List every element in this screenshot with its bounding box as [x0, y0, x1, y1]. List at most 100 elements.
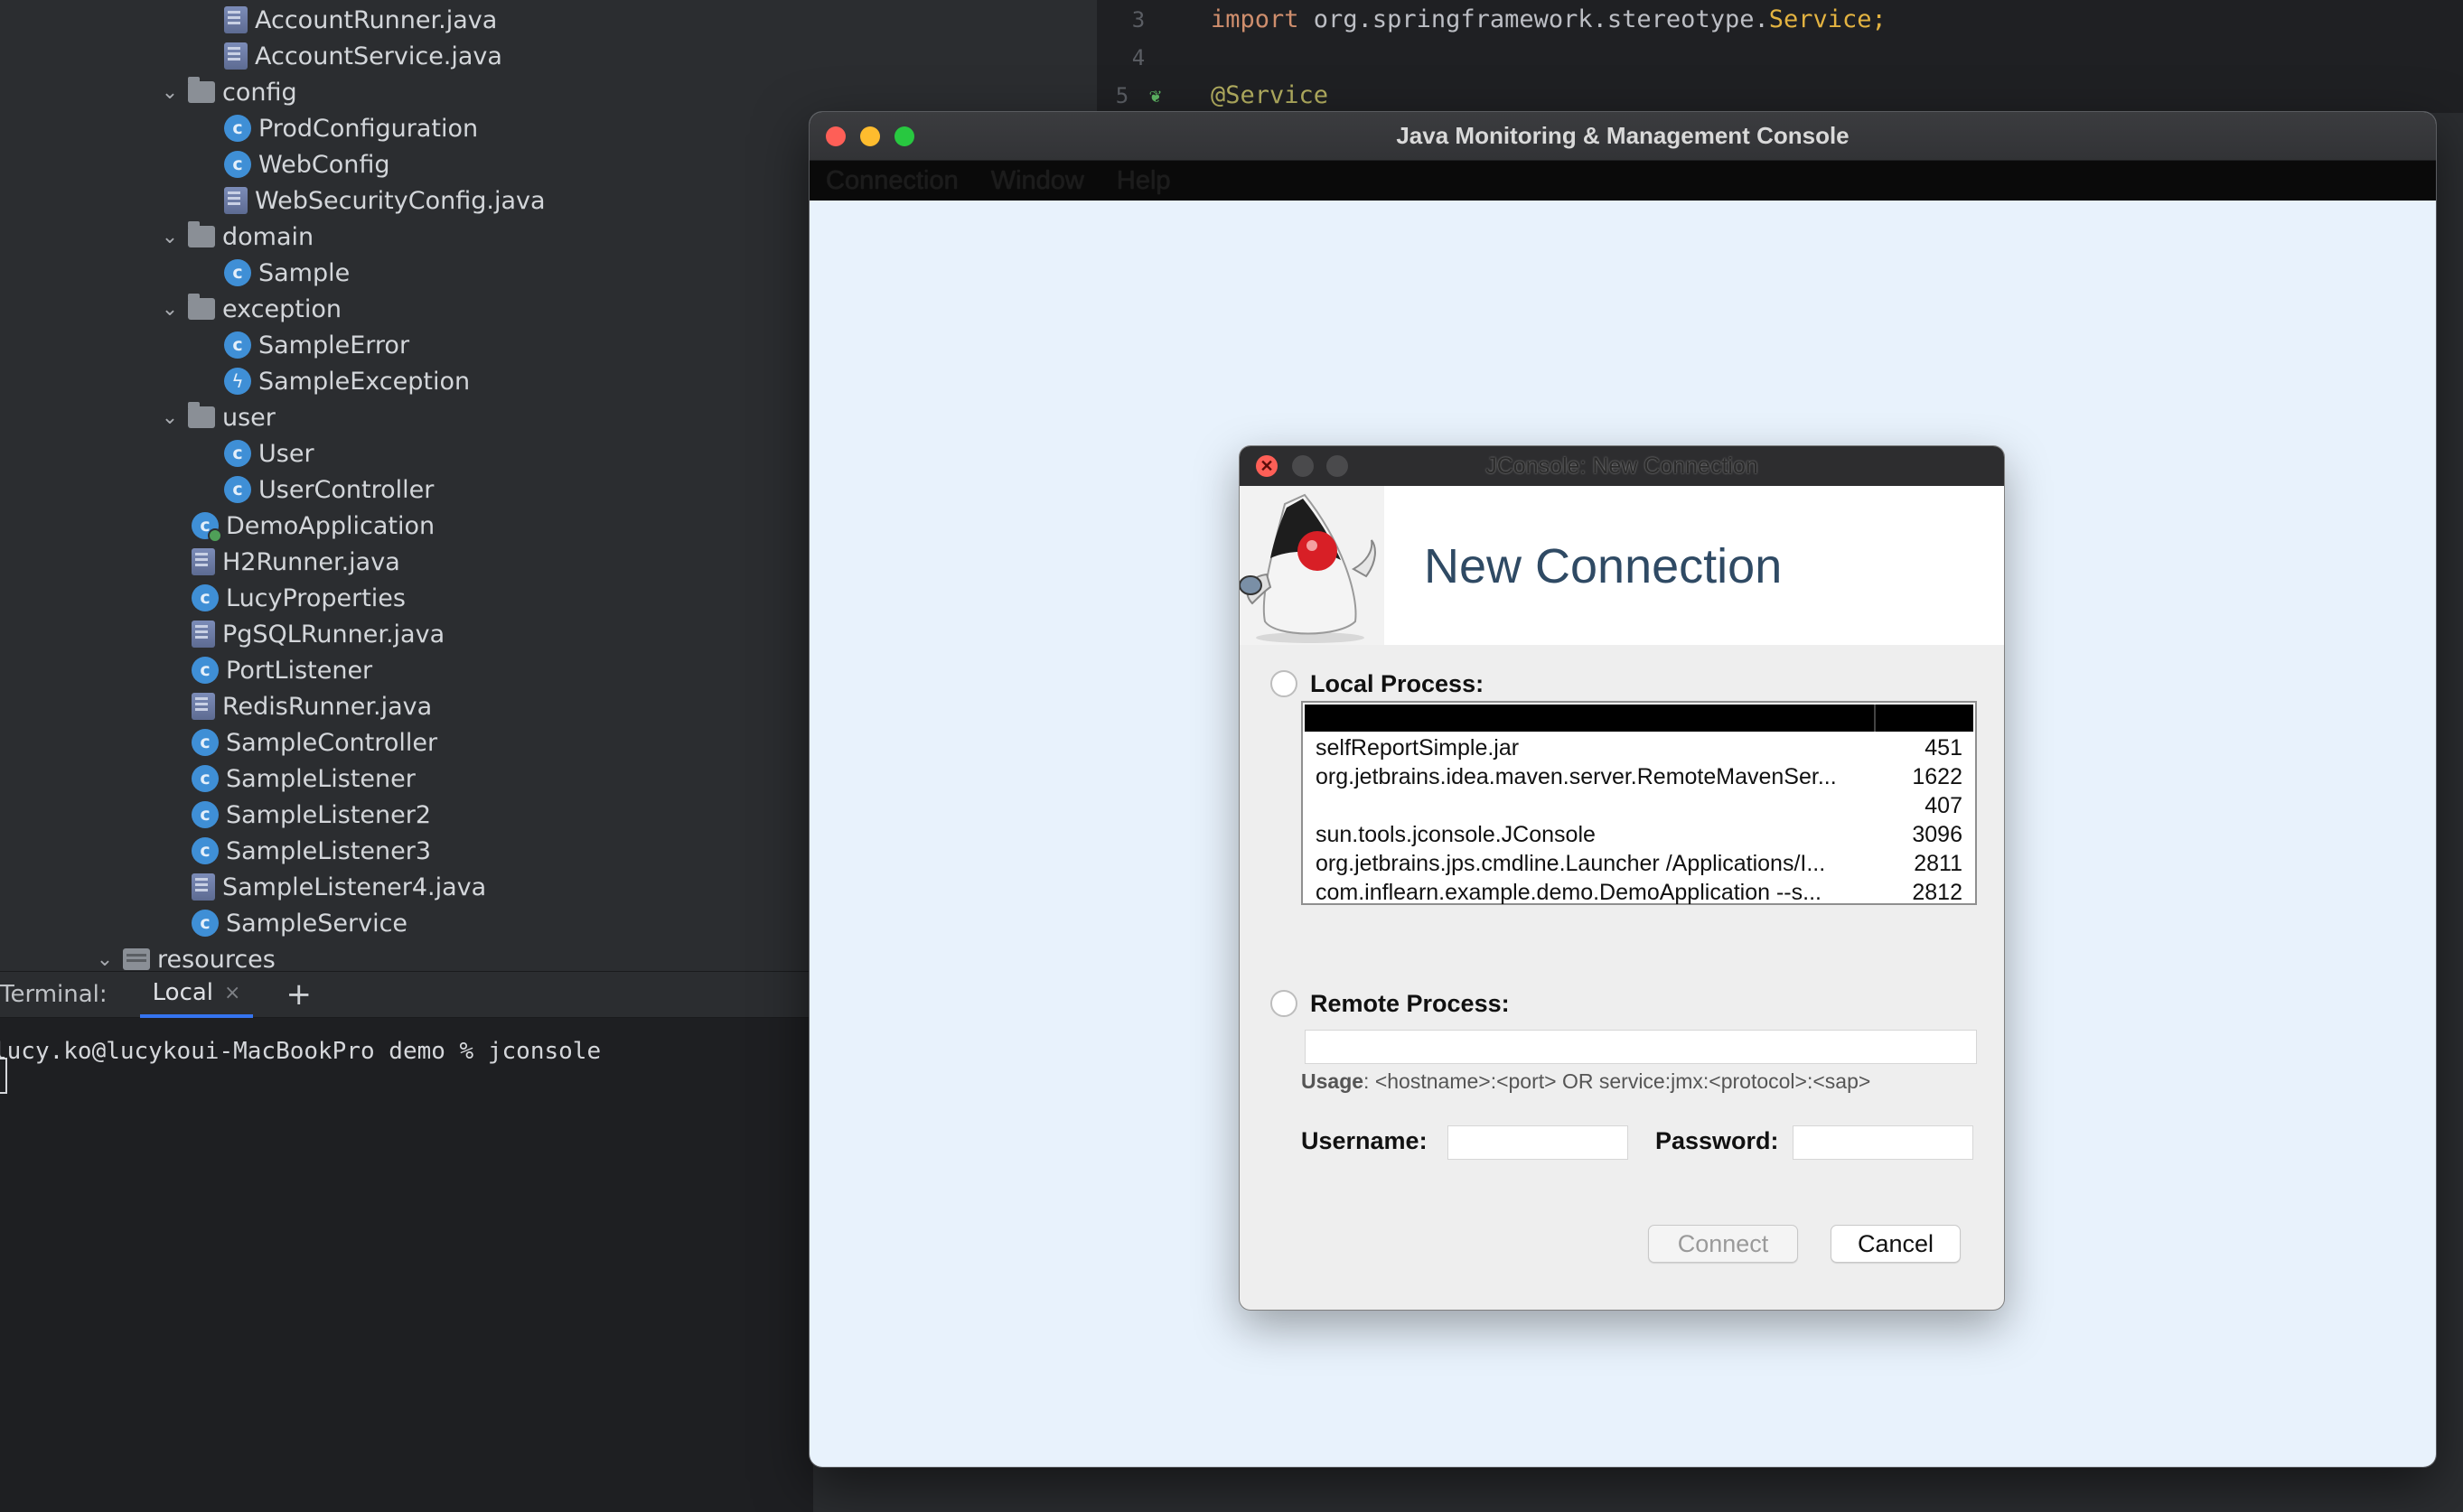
process-pid: 407: [1925, 793, 1962, 818]
dialog-heading: New Connection: [1424, 539, 1783, 593]
connect-button[interactable]: Connect: [1648, 1225, 1798, 1263]
terminal-panel[interactable]: Terminal: Local × + lucy.ko@lucykoui-Mac…: [0, 971, 813, 1512]
tree-item-sample[interactable]: Sample: [224, 255, 350, 291]
window-close-button[interactable]: [826, 126, 846, 146]
dialog-title: JConsole: New Connection: [1485, 453, 1758, 479]
process-name: org.jetbrains.jps.cmdline.Launcher /Appl…: [1316, 851, 1826, 876]
code-editor[interactable]: 3 4 5 ❦ import org.springframework.stere…: [1097, 0, 2463, 113]
tree-item-demoapplication[interactable]: DemoApplication: [192, 508, 435, 544]
add-icon[interactable]: +: [286, 976, 312, 1013]
tree-item-lucyproperties[interactable]: LucyProperties: [192, 580, 406, 616]
java-file-icon: [224, 6, 248, 33]
tree-item-resources[interactable]: ⌄ resources: [87, 941, 276, 972]
process-pid: 1622: [1912, 764, 1962, 789]
tree-item-h2runner[interactable]: H2Runner.java: [192, 544, 400, 580]
tree-item-prodconfiguration[interactable]: ProdConfiguration: [224, 110, 478, 146]
tree-item-domain[interactable]: ⌄ domain: [152, 219, 314, 255]
local-process-radio[interactable]: [1270, 670, 1297, 697]
tree-item-webconfig[interactable]: WebConfig: [224, 146, 390, 182]
menu-window[interactable]: Window: [991, 166, 1084, 196]
tree-item-user[interactable]: User: [224, 435, 314, 471]
chevron-down-icon[interactable]: ⌄: [152, 81, 188, 104]
folder-icon: [188, 294, 215, 320]
tree-item-label: PgSQLRunner.java: [222, 620, 445, 649]
project-tree: AccountRunner.java AccountService.java ⌄…: [0, 0, 813, 971]
table-row[interactable]: org.jetbrains.jps.cmdline.Launcher /Appl…: [1316, 851, 1962, 880]
tree-item-label: DemoApplication: [226, 511, 435, 540]
java-file-icon: [192, 621, 215, 648]
tree-item-usercontroller[interactable]: UserController: [224, 471, 434, 508]
cancel-button[interactable]: Cancel: [1831, 1225, 1961, 1263]
menu-connection[interactable]: Connection: [826, 166, 959, 196]
tree-item-user-folder[interactable]: ⌄ user: [152, 399, 276, 435]
folder-icon: [188, 402, 215, 428]
table-row[interactable]: sun.tools.jconsole.JConsole 3096: [1316, 822, 1962, 851]
usage-text: : <hostname>:<port> OR service:jmx:<prot…: [1363, 1069, 1871, 1093]
dialog-titlebar[interactable]: ✕ JConsole: New Connection: [1240, 446, 2004, 486]
tree-item-label: UserController: [258, 475, 435, 504]
remote-process-input[interactable]: [1305, 1030, 1977, 1064]
tree-item-accountservice[interactable]: AccountService.java: [224, 38, 502, 74]
folder-icon: [188, 77, 215, 103]
new-connection-dialog: ✕ JConsole: New Connection New Connectio…: [1240, 446, 2004, 1310]
terminal-tab-local[interactable]: Local ×: [139, 971, 254, 1018]
tree-item-label: ProdConfiguration: [258, 114, 479, 143]
chevron-down-icon[interactable]: ⌄: [87, 948, 123, 971]
tree-item-samplecontroller[interactable]: SampleController: [192, 724, 437, 761]
folder-icon: [188, 221, 215, 247]
usage-hint: Usage: <hostname>:<port> OR service:jmx:…: [1301, 1069, 1870, 1094]
window-titlebar[interactable]: Java Monitoring & Management Console: [810, 112, 2436, 161]
tree-item-websecurityconfig[interactable]: WebSecurityConfig.java: [224, 182, 546, 219]
class-icon: [192, 765, 219, 792]
process-pid: 3096: [1912, 822, 1962, 847]
tree-item-samplelistener3[interactable]: SampleListener3: [192, 833, 431, 869]
password-field[interactable]: [1793, 1125, 1973, 1160]
terminal-prompt-line: lucy.ko@lucykoui-MacBookPro demo % jcons…: [0, 1038, 602, 1065]
window-minimize-button[interactable]: [860, 126, 880, 146]
chevron-down-icon[interactable]: ⌄: [152, 226, 188, 248]
java-file-icon: [224, 187, 248, 214]
menu-help[interactable]: Help: [1117, 166, 1171, 196]
tree-item-sampleexception[interactable]: ϟ SampleException: [224, 363, 470, 399]
remote-process-radio[interactable]: [1270, 990, 1297, 1017]
class-icon: [224, 331, 251, 359]
close-icon[interactable]: ×: [224, 982, 240, 1004]
chevron-down-icon[interactable]: ⌄: [152, 406, 188, 429]
chevron-down-icon[interactable]: ⌄: [152, 298, 188, 321]
tree-item-redisrunner[interactable]: RedisRunner.java: [192, 688, 432, 724]
code-package: org.springframework.stereotype.: [1298, 5, 1769, 33]
process-name: com.inflearn.example.demo.DemoApplicatio…: [1316, 880, 1821, 905]
tree-item-samplelistener[interactable]: SampleListener: [192, 761, 416, 797]
window-zoom-button[interactable]: [894, 126, 914, 146]
username-field[interactable]: [1447, 1125, 1628, 1160]
line-number: 3: [1131, 7, 1146, 33]
spring-bean-icon[interactable]: ❦: [1149, 85, 1176, 107]
table-row[interactable]: 407: [1316, 793, 1962, 822]
local-process-table[interactable]: selfReportSimple.jar 451 org.jetbrains.i…: [1301, 701, 1977, 905]
tree-item-accountrunner[interactable]: AccountRunner.java: [224, 2, 497, 38]
table-row[interactable]: com.inflearn.example.demo.DemoApplicatio…: [1316, 880, 1962, 909]
tree-item-label: SampleListener2: [226, 800, 432, 829]
tree-item-portlistener[interactable]: PortListener: [192, 652, 372, 688]
password-label: Password:: [1655, 1127, 1779, 1154]
tree-item-label: WebConfig: [258, 150, 390, 179]
code-keyword: import: [1211, 5, 1299, 33]
tree-item-label: WebSecurityConfig.java: [255, 186, 546, 215]
table-row[interactable]: selfReportSimple.jar 451: [1316, 735, 1962, 764]
tree-item-exception[interactable]: ⌄ exception: [152, 291, 342, 327]
tree-item-sampleservice[interactable]: SampleService: [192, 905, 407, 941]
class-icon: [224, 115, 251, 142]
tree-item-label: SampleService: [226, 909, 408, 938]
spring-app-icon: [192, 512, 222, 543]
dialog-close-button[interactable]: ✕: [1256, 455, 1278, 477]
tree-item-pgsqlrunner[interactable]: PgSQLRunner.java: [192, 616, 445, 652]
tree-item-label: SampleError: [258, 331, 410, 359]
tree-item-sampleerror[interactable]: SampleError: [224, 327, 409, 363]
code-line-annotation: @Service: [1211, 81, 1328, 109]
dialog-header: New Connection: [1240, 486, 2004, 645]
tree-item-samplelistener4[interactable]: SampleListener4.java: [192, 869, 486, 905]
tree-item-config[interactable]: ⌄ config: [152, 74, 297, 110]
process-name: org.jetbrains.idea.maven.server.RemoteMa…: [1316, 764, 1837, 789]
tree-item-samplelistener2[interactable]: SampleListener2: [192, 797, 431, 833]
table-row[interactable]: org.jetbrains.idea.maven.server.RemoteMa…: [1316, 764, 1962, 793]
